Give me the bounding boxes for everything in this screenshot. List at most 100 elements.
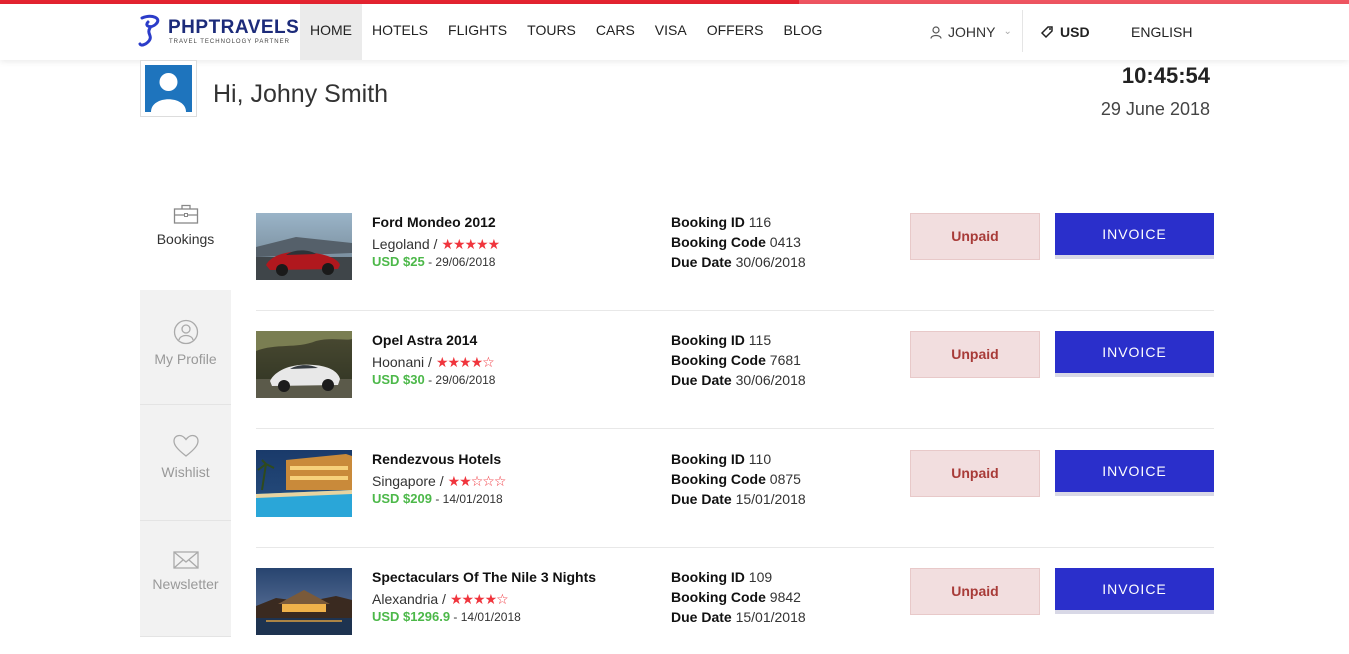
nav-visa[interactable]: VISA: [645, 4, 697, 60]
invoice-button[interactable]: INVOICE: [1055, 331, 1214, 373]
greeting-text: Hi, Johny Smith: [213, 80, 389, 108]
booking-location: Singapore /: [372, 473, 444, 489]
user-menu-label: JOHNY: [948, 24, 996, 40]
booking-location: Hoonani /: [372, 354, 432, 370]
invoice-button[interactable]: INVOICE: [1055, 568, 1214, 610]
booking-code-label: Booking Code: [671, 589, 766, 605]
booking-code-label: Booking Code: [671, 352, 766, 368]
row-divider: [256, 428, 1214, 429]
star-rating-icon: ★★★★★: [441, 235, 500, 252]
nav-flights[interactable]: FLIGHTS: [438, 4, 517, 60]
booking-title[interactable]: Ford Mondeo 2012: [372, 214, 499, 234]
due-date: 30/06/2018: [735, 372, 806, 388]
due-date-label: Due Date: [671, 609, 732, 625]
brand-tagline: TRAVEL TECHNOLOGY PARTNER: [169, 39, 290, 45]
user-circle-icon: [173, 319, 198, 345]
current-date: 29 June 2018: [1100, 99, 1210, 119]
language-selector[interactable]: ENGLISH: [1106, 4, 1192, 60]
main-nav: HOME HOTELS FLIGHTS TOURS CARS VISA OFFE…: [300, 4, 832, 60]
user-menu[interactable]: JOHNY ⌄: [930, 4, 1012, 60]
booking-row: Spectaculars Of The Nile 3 Nights Alexan…: [256, 548, 1214, 654]
booking-date: - 14/01/2018: [453, 610, 521, 624]
booking-id-label: Booking ID: [671, 332, 745, 348]
booking-id: 116: [748, 214, 772, 230]
briefcase-icon: [173, 204, 198, 224]
site-header: PHPTRAVELS TRAVEL TECHNOLOGY PARTNER HOM…: [0, 4, 1349, 60]
brand-logo[interactable]: PHPTRAVELS TRAVEL TECHNOLOGY PARTNER: [138, 14, 299, 50]
sidebar-item-label: Wishlist: [161, 464, 210, 480]
booking-id-label: Booking ID: [671, 214, 745, 230]
star-rating-icon: ★★★★☆: [435, 353, 495, 370]
booking-location: Alexandria /: [372, 591, 446, 607]
nav-hotels[interactable]: HOTELS: [362, 4, 438, 60]
sidebar-item-label: Bookings: [156, 231, 215, 247]
header-divider: [1022, 10, 1023, 52]
nav-cars[interactable]: CARS: [586, 4, 645, 60]
booking-title[interactable]: Opel Astra 2014: [372, 332, 495, 352]
currency-selector[interactable]: USD: [1040, 4, 1090, 60]
nav-tours[interactable]: TOURS: [517, 4, 586, 60]
due-date-label: Due Date: [671, 254, 732, 270]
booking-code-label: Booking Code: [671, 234, 766, 250]
clock-time: 10:45:54: [1121, 63, 1210, 88]
due-date: 30/06/2018: [735, 254, 806, 270]
sidebar-item-my-profile[interactable]: My Profile: [140, 290, 231, 405]
envelope-icon: [172, 551, 199, 569]
due-date-label: Due Date: [671, 491, 732, 507]
booking-title[interactable]: Spectaculars Of The Nile 3 Nights: [372, 569, 596, 589]
booking-price: USD $1296.9: [372, 609, 451, 624]
booking-price: USD $25: [372, 254, 425, 269]
heart-icon: [172, 434, 199, 457]
booking-code: 0413: [769, 234, 801, 250]
booking-code: 0875: [769, 471, 801, 487]
booking-date: - 14/01/2018: [435, 492, 503, 506]
nav-offers[interactable]: OFFERS: [697, 4, 774, 60]
booking-row: Ford Mondeo 2012 Legoland / ★★★★★ USD $25…: [256, 193, 1214, 311]
booking-thumbnail[interactable]: [256, 331, 352, 398]
us-flag-icon: [1106, 26, 1127, 39]
status-badge: Unpaid: [910, 213, 1040, 260]
booking-id: 109: [748, 569, 773, 585]
status-badge: Unpaid: [910, 331, 1040, 378]
due-date: 15/01/2018: [735, 609, 806, 625]
booking-thumbnail[interactable]: [256, 568, 352, 635]
booking-location: Legoland /: [372, 236, 438, 252]
booking-thumbnail[interactable]: [256, 213, 352, 280]
chevron-down-icon: ⌄: [1003, 26, 1012, 37]
booking-price: USD $209: [372, 491, 432, 506]
brand-name: PHPTRAVELS: [168, 17, 300, 38]
booking-date: - 29/06/2018: [428, 255, 496, 269]
due-date: 15/01/2018: [735, 491, 806, 507]
sidebar-item-newsletter[interactable]: Newsletter: [140, 521, 231, 637]
booking-id: 110: [748, 451, 772, 467]
nav-blog[interactable]: BLOG: [773, 4, 832, 60]
status-badge: Unpaid: [910, 450, 1040, 497]
currency-label: USD: [1060, 24, 1090, 40]
avatar: [140, 60, 197, 117]
sidebar-item-label: Newsletter: [152, 576, 219, 592]
booking-row: Opel Astra 2014 Hoonani / ★★★★☆ USD $30 -…: [256, 311, 1214, 429]
sidebar-item-wishlist[interactable]: Wishlist: [140, 405, 231, 521]
user-avatar-icon: [145, 65, 192, 112]
booking-thumbnail[interactable]: [256, 450, 352, 517]
user-icon: [930, 25, 942, 39]
booking-id: 115: [748, 332, 772, 348]
status-badge: Unpaid: [910, 568, 1040, 615]
booking-title[interactable]: Rendezvous Hotels: [372, 451, 505, 471]
booking-code: 9842: [769, 589, 801, 605]
language-label: ENGLISH: [1131, 24, 1193, 40]
booking-id-label: Booking ID: [671, 569, 745, 585]
sidebar-item-label: My Profile: [154, 351, 217, 367]
due-date-label: Due Date: [671, 372, 732, 388]
booking-code: 7681: [769, 352, 801, 368]
booking-row: Rendezvous Hotels Singapore / ★★☆☆☆ USD $…: [256, 430, 1214, 548]
star-rating-icon: ★★☆☆☆: [447, 472, 507, 489]
booking-code-label: Booking Code: [671, 471, 766, 487]
invoice-button[interactable]: INVOICE: [1055, 213, 1214, 255]
booking-id-label: Booking ID: [671, 451, 745, 467]
nav-home[interactable]: HOME: [300, 4, 362, 60]
booking-price: USD $30: [372, 372, 425, 387]
invoice-button[interactable]: INVOICE: [1055, 450, 1214, 492]
booking-date: - 29/06/2018: [428, 373, 496, 387]
sidebar-item-bookings[interactable]: Bookings: [140, 190, 231, 290]
